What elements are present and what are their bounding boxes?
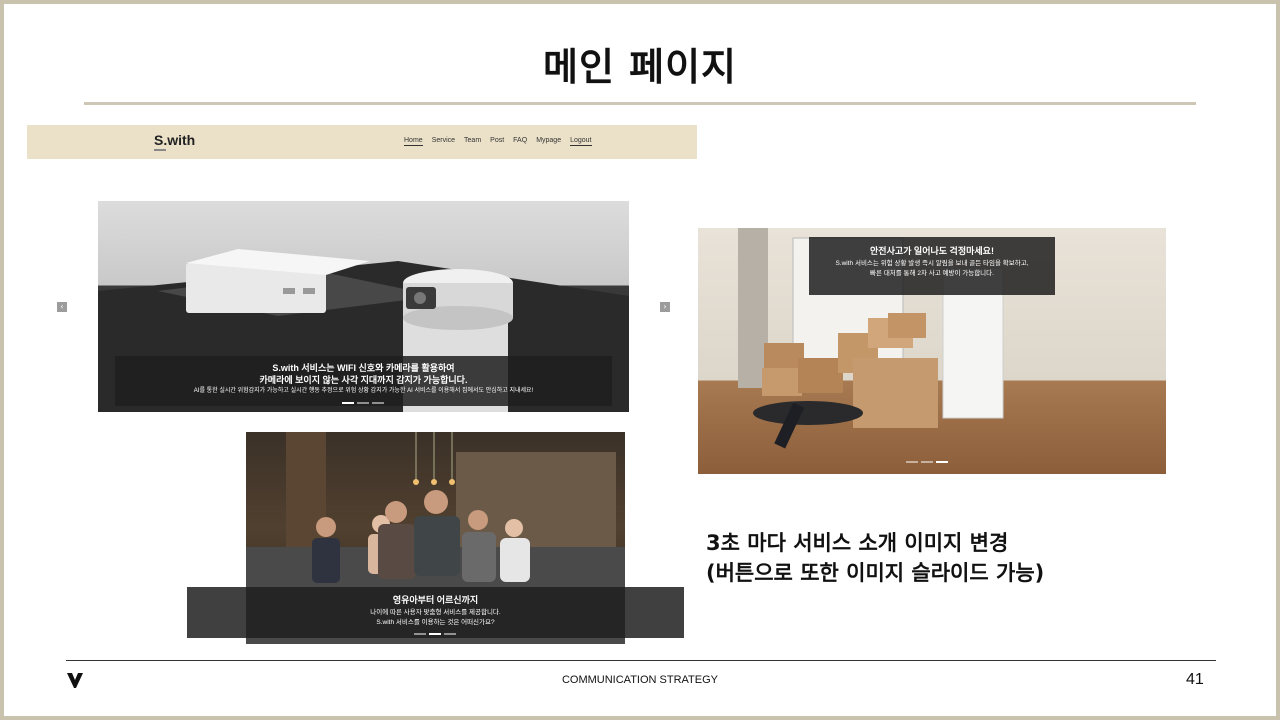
chevron-right-icon[interactable]: › xyxy=(660,302,670,312)
nav-faq[interactable]: FAQ xyxy=(513,137,527,146)
nav-logout[interactable]: Logout xyxy=(570,137,592,146)
indicator-dot[interactable] xyxy=(444,633,456,635)
note-line2: (버튼으로 또한 이미지 슬라이드 가능) xyxy=(706,561,1045,585)
caption-3-title: 안전사고가 일어나도 걱정마세요! xyxy=(870,246,994,256)
indicator-dot[interactable] xyxy=(936,461,948,463)
caption-3-text-line2: 빠른 대처를 통해 2차 사고 예방이 가능합니다. xyxy=(870,270,994,277)
footer-label: COMMUNICATION STRATEGY xyxy=(561,674,719,686)
caption-slide-2: 영유아부터 어르신까지 나이에 따른 사용자 맞춤형 서비스를 제공합니다. S… xyxy=(187,587,684,638)
caption-2-text-line2: S.with 서비스를 이용하는 것은 어떠신가요? xyxy=(376,619,495,626)
indicator-dot[interactable] xyxy=(429,633,441,635)
caption-slide-1: S.with 서비스는 WIFI 신호와 카메라를 활용하여 카메라에 보이지 … xyxy=(115,356,612,406)
chevron-left-icon[interactable]: ‹ xyxy=(57,302,67,312)
footer-divider xyxy=(66,660,1216,661)
indicator-dot[interactable] xyxy=(372,402,384,404)
slide-note: 3초 마다 서비스 소개 이미지 변경 (버튼으로 또한 이미지 슬라이드 가능… xyxy=(706,528,1044,588)
indicator-dot[interactable] xyxy=(906,461,918,463)
caption-2-text-line1: 나이에 따른 사용자 맞춤형 서비스를 제공합니다. xyxy=(370,609,501,616)
site-header xyxy=(27,125,697,159)
slide-1-indicators xyxy=(342,402,384,404)
indicator-dot[interactable] xyxy=(342,402,354,404)
caption-1-title-line1: S.with 서비스는 WIFI 신호와 카메라를 활용하여 xyxy=(272,363,455,373)
caption-3-text-line1: S.with 서비스는 위험 상황 발생 즉시 알림을 보내 골든 타임을 확보… xyxy=(835,260,1029,267)
site-nav: Home Service Team Post FAQ Mypage Logout xyxy=(404,137,592,146)
caption-2-title: 영유아부터 어르신까지 xyxy=(392,595,479,605)
page-title: 메인 페이지 xyxy=(542,45,738,89)
nav-post[interactable]: Post xyxy=(490,137,504,146)
nav-mypage[interactable]: Mypage xyxy=(536,137,561,146)
nav-service[interactable]: Service xyxy=(432,137,455,146)
site-logo[interactable]: S.with xyxy=(154,132,195,148)
indicator-dot[interactable] xyxy=(357,402,369,404)
indicator-dot[interactable] xyxy=(414,633,426,635)
nav-team[interactable]: Team xyxy=(464,137,481,146)
slide-2-indicators xyxy=(414,633,456,635)
caption-1-title-line2: 카메라에 보이지 않는 사각 지대까지 감지가 가능합니다. xyxy=(259,375,468,385)
logo-tagline xyxy=(154,149,166,151)
caption-slide-3: 안전사고가 일어나도 걱정마세요! S.with 서비스는 위험 상황 발생 즉… xyxy=(809,237,1055,295)
nav-home[interactable]: Home xyxy=(404,137,423,146)
indicator-dot[interactable] xyxy=(921,461,933,463)
page-number: 41 xyxy=(1186,671,1204,688)
caption-1-text: AI를 통한 실시간 위험감지가 가능하고 실시간 행동 추정으로 위험 상황 … xyxy=(193,388,534,394)
slide-3-indicators xyxy=(906,461,948,463)
title-divider xyxy=(84,102,1196,105)
note-line1: 3초 마다 서비스 소개 이미지 변경 xyxy=(706,531,1009,555)
